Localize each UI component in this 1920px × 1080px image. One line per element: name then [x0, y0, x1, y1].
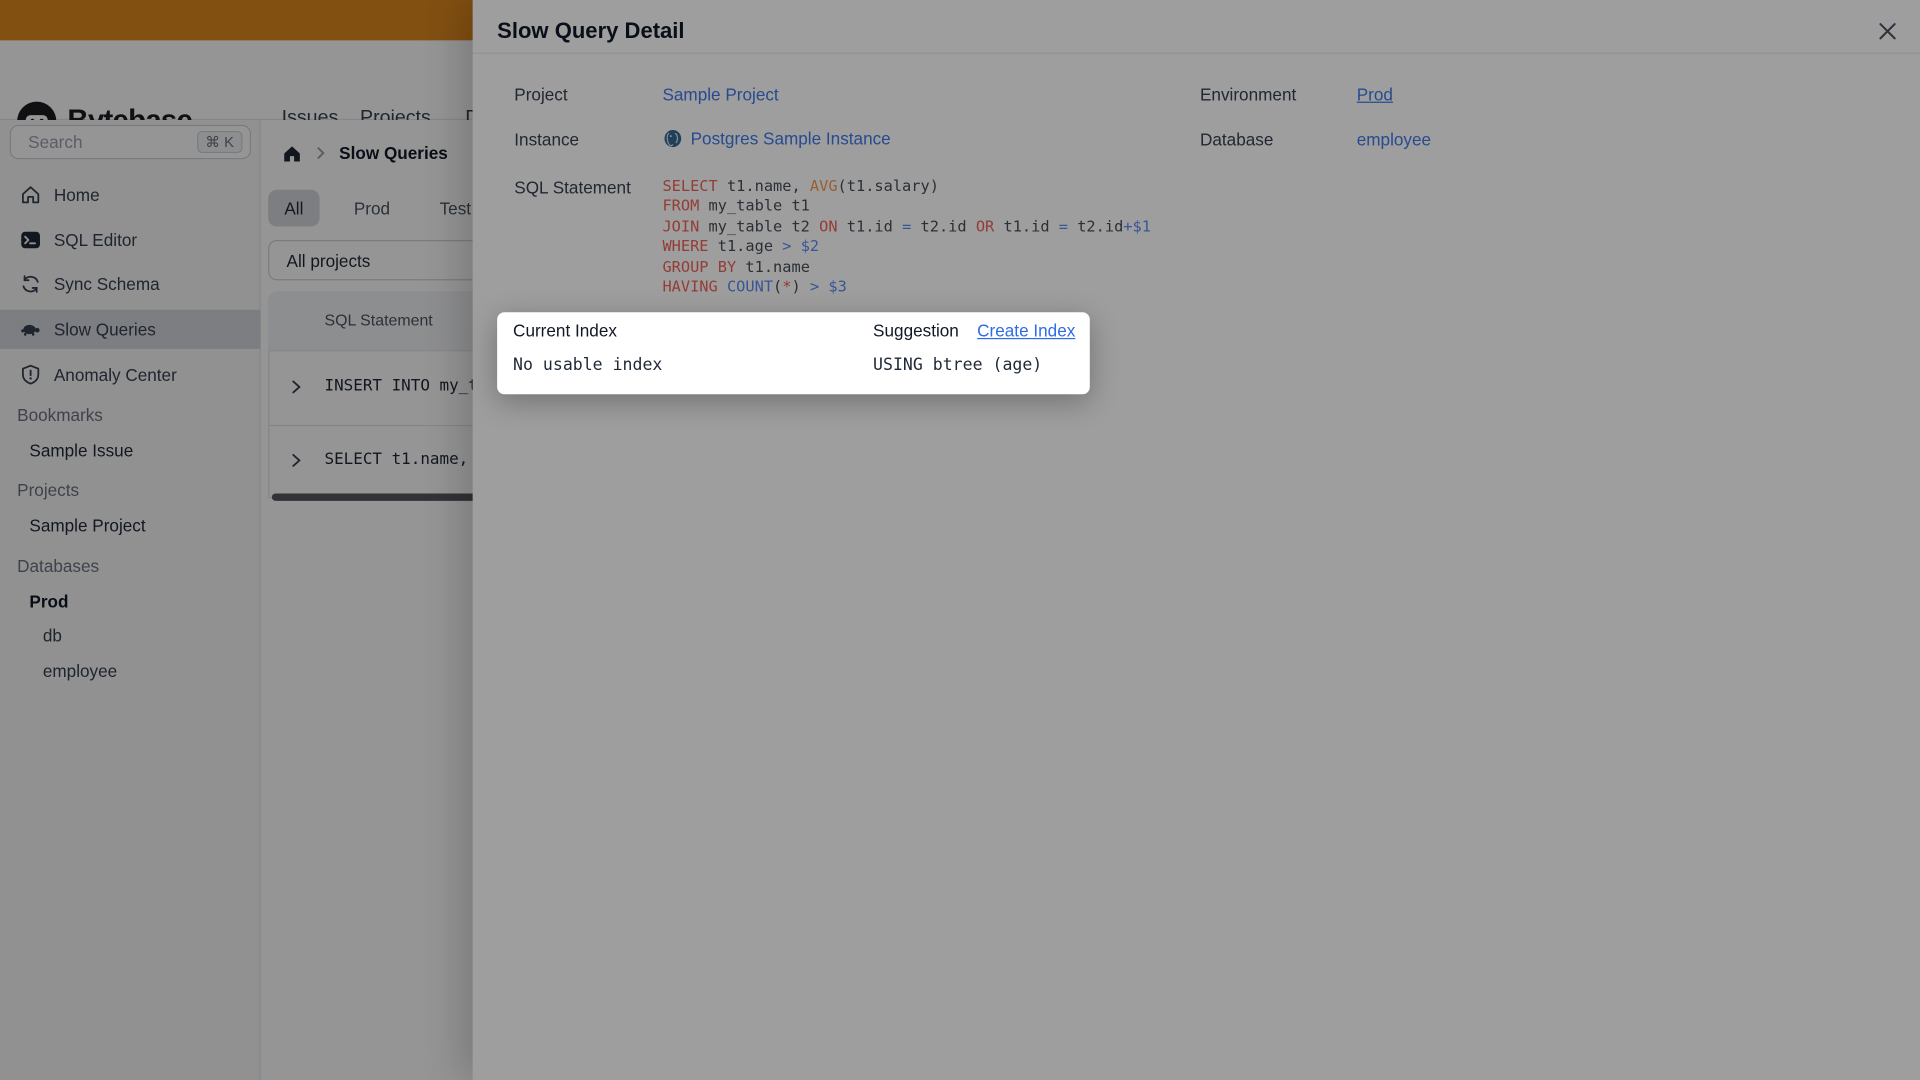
- dim-overlay: [0, 0, 1920, 1080]
- current-index-value: No usable index: [513, 355, 663, 375]
- suggestion-label: Suggestion: [873, 320, 959, 341]
- create-index-link[interactable]: Create Index: [977, 320, 1075, 343]
- suggestion-value: USING btree (age): [873, 355, 1043, 375]
- current-index-label: Current Index: [513, 320, 617, 341]
- bytebase-app: Bytebase Issues Projects Databases ⌘ K H…: [0, 0, 1920, 1080]
